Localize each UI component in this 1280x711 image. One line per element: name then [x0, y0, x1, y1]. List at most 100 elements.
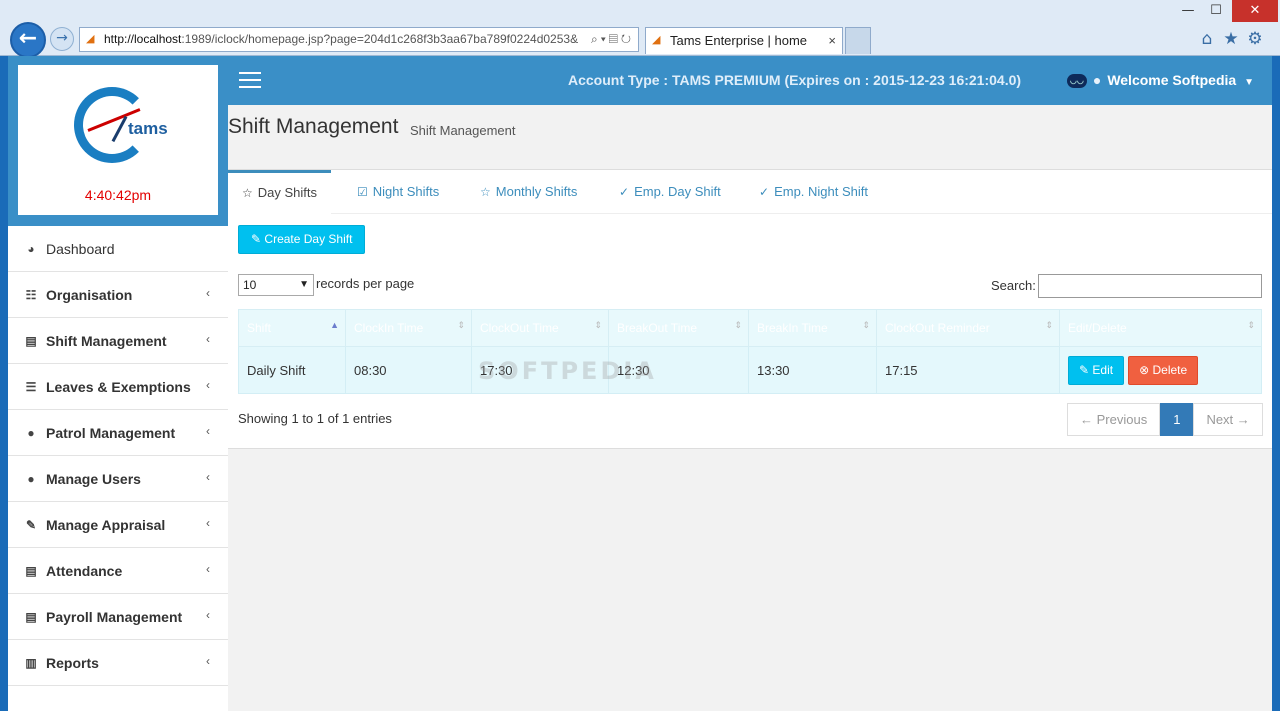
star-outline-icon: ☆ [480, 185, 491, 199]
column-header-clockin[interactable]: ClockIn Time ⇕ [345, 309, 472, 347]
compat-icon[interactable]: ▤ [609, 32, 621, 46]
column-header-breakout[interactable]: BreakOut Time ⇕ [608, 309, 749, 347]
maximize-button[interactable]: ☐ [1204, 0, 1228, 22]
forward-button[interactable]: → [50, 27, 74, 51]
dashboard-icon: ◕ [27, 242, 35, 256]
star-outline-icon: ☆ [242, 186, 253, 200]
watermark: SOFTPEDIA [478, 357, 657, 385]
next-page-button[interactable]: Next → [1193, 403, 1263, 436]
column-header-shift[interactable]: Shift ▲ [238, 309, 346, 347]
sidebar-item-shift-management[interactable]: ▤ Shift Management ‹ [8, 318, 228, 364]
avatar: ◡◡ [1066, 74, 1087, 89]
sidebar-item-label: Dashboard [46, 241, 115, 257]
previous-page-button[interactable]: ← Previous [1067, 403, 1161, 436]
sidebar-item-attendance[interactable]: ▤ Attendance ‹ [8, 548, 228, 594]
new-tab-button[interactable] [845, 27, 871, 54]
browser-tab[interactable]: ◢ Tams Enterprise | home × [645, 27, 843, 54]
tab-close-icon[interactable]: × [828, 28, 836, 54]
chevron-left-icon: ‹ [206, 608, 210, 622]
button-label: Create Day Shift [264, 232, 353, 246]
address-bar[interactable]: ◢ http://localhost:1989/iclock/homepage.… [79, 27, 639, 52]
refresh-icon[interactable]: ↻ [621, 32, 634, 46]
tab-label: Emp. Day Shift [634, 184, 721, 199]
times-circle-icon: ⊗ [1139, 362, 1150, 377]
sort-icon: ⇕ [734, 320, 742, 330]
column-header-reminder[interactable]: ClockOut Reminder ⇕ [876, 309, 1060, 347]
list-icon: ▤ [25, 610, 37, 624]
sidebar-item-manage-appraisal[interactable]: ✎ Manage Appraisal ‹ [8, 502, 228, 548]
sidebar-item-payroll-management[interactable]: ▤ Payroll Management ‹ [8, 594, 228, 640]
records-per-page-select[interactable]: 10 ▼ [238, 274, 314, 296]
dropdown-icon[interactable]: ▾ [601, 32, 609, 46]
sidebar-item-organisation[interactable]: ☷ Organisation ‹ [8, 272, 228, 318]
menu-toggle-icon[interactable] [239, 72, 261, 88]
column-header-clockout[interactable]: ClockOut Time ⇕ [471, 309, 609, 347]
sort-icon: ⇕ [1247, 320, 1255, 330]
top-bar: Account Type : TAMS PREMIUM (Expires on … [228, 56, 1272, 105]
sidebar-item-label: Manage Users [46, 471, 141, 487]
home-icon[interactable]: ⌂ [1196, 28, 1218, 50]
pagination: ← Previous 1 Next → [1067, 403, 1263, 436]
tab-night-shifts[interactable]: ☑ Night Shifts [357, 170, 439, 214]
welcome-text: Welcome Softpedia [1107, 72, 1237, 88]
settings-gear-icon[interactable]: ⚙ [1244, 28, 1266, 50]
search-icon[interactable]: ⌕ [591, 32, 601, 46]
cell-reminder: 17:15 [876, 346, 1060, 394]
favorites-star-icon[interactable]: ★ [1220, 28, 1242, 50]
edit-button[interactable]: ✎ Edit [1068, 355, 1125, 385]
sidebar-item-dashboard[interactable]: ◕ Dashboard [8, 226, 228, 272]
sidebar-item-patrol-management[interactable]: ● Patrol Management ‹ [8, 410, 228, 456]
sort-icon: ⇕ [457, 320, 465, 330]
create-day-shift-button[interactable]: ✎ Create Day Shift [238, 225, 366, 254]
tab-day-shifts[interactable]: ☆ Day Shifts [228, 170, 332, 214]
breadcrumb: Shift Management [410, 123, 516, 138]
page-1-button[interactable]: 1 [1160, 403, 1194, 436]
shift-tabs: ☆ Day Shifts ☑ Night Shifts ☆ Monthly Shift… [228, 170, 1272, 214]
chevron-left-icon: ‹ [206, 424, 210, 438]
close-window-button[interactable]: ✕ [1232, 0, 1278, 22]
delete-button[interactable]: ⊗ Delete [1128, 355, 1199, 385]
tab-emp-day-shift[interactable]: ✓ Emp. Day Shift [619, 170, 721, 214]
tab-monthly-shifts[interactable]: ☆ Monthly Shifts [480, 170, 577, 214]
logo-text: tams [128, 119, 168, 138]
search-input[interactable] [1038, 274, 1262, 298]
sidebar-menu: ◕ Dashboard ☷ Organisation ‹ ▤ Shift Man… [8, 226, 228, 686]
edit-icon: ✎ [25, 518, 37, 532]
cell-breakin: 13:30 [748, 346, 877, 394]
pencil-icon: ✎ [251, 232, 262, 246]
page-title: Shift Management [228, 115, 399, 138]
sidebar-item-label: Shift Management [46, 333, 167, 349]
shift-card: ☆ Day Shifts ☑ Night Shifts ☆ Monthly Shift… [228, 169, 1272, 449]
sidebar-item-leaves[interactable]: ☰ Leaves & Exemptions ‹ [8, 364, 228, 410]
bars-icon: ☰ [25, 380, 37, 394]
sidebar-item-label: Reports [46, 655, 99, 671]
column-header-edit-delete[interactable]: Edit/Delete ⇕ [1059, 309, 1262, 347]
column-header-breakin[interactable]: BreakIn Time ⇕ [748, 309, 877, 347]
chevron-left-icon: ‹ [206, 654, 210, 668]
table-info: Showing 1 to 1 of 1 entries [238, 411, 392, 426]
back-button[interactable]: ← [10, 22, 46, 58]
browser-chrome: ← → ◢ http://localhost:1989/iclock/homep… [0, 0, 1280, 58]
sitemap-icon: ☷ [25, 288, 37, 302]
url-rest: :1989/iclock/homepage.jsp?page=204d1c268… [181, 32, 579, 46]
sidebar-item-manage-users[interactable]: ● Manage Users ‹ [8, 456, 228, 502]
url-host: http://localhost [104, 32, 182, 46]
page-favicon-icon: ◢ [86, 33, 95, 45]
user-menu[interactable]: ◡◡ ● Welcome Softpedia ▼ [1066, 56, 1254, 107]
chevron-down-icon: ▼ [299, 279, 309, 290]
user-icon: ● [27, 426, 35, 440]
sidebar-item-label: Leaves & Exemptions [46, 379, 191, 395]
logo: tams 4:40:42pm [18, 65, 218, 215]
tab-title: Tams Enterprise | home [670, 33, 808, 48]
minimize-button[interactable]: — [1172, 0, 1204, 22]
select-value: 10 [243, 278, 257, 292]
sort-icon: ⇕ [594, 320, 602, 330]
main-content: Shift Management Shift Management ☆ Day S… [228, 105, 1272, 711]
check-circle-icon: ✓ [619, 185, 630, 199]
sort-icon: ⇕ [862, 320, 870, 330]
pencil-icon: ✎ [1079, 362, 1090, 377]
chevron-left-icon: ‹ [206, 378, 210, 392]
address-tools: ⌕▾▤↻ [586, 28, 634, 51]
tab-emp-night-shift[interactable]: ✓ Emp. Night Shift [759, 170, 868, 214]
sidebar-item-reports[interactable]: ▥ Reports ‹ [8, 640, 228, 686]
